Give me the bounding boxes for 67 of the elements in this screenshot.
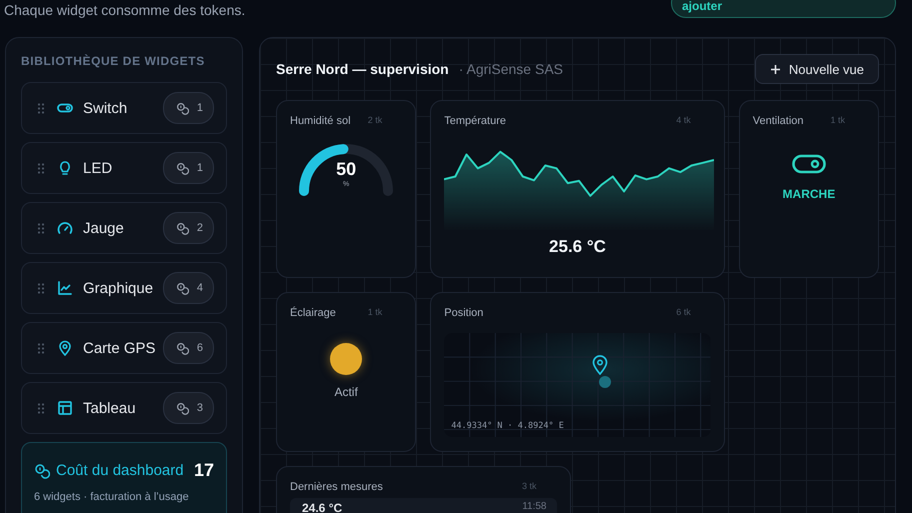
- drag-handle-icon[interactable]: [37, 162, 45, 174]
- token-cost: 1 tk: [368, 307, 382, 319]
- token-badge: 6: [162, 332, 214, 364]
- widget-title: Dernières mesures: [290, 481, 383, 493]
- cost-note: 6 widgets · facturation à l’usage: [34, 491, 190, 503]
- measurement-time: 11:58: [522, 501, 546, 513]
- lightbulb-icon: [57, 160, 73, 176]
- plus-icon: [770, 64, 781, 74]
- drag-handle-icon[interactable]: [37, 342, 45, 354]
- library-title: BIBLIOTHÈQUE DE WIDGETS: [21, 54, 206, 68]
- widget-library-item[interactable]: Switch 1: [21, 82, 227, 134]
- organization-name: · AgriSense SAS: [458, 61, 564, 77]
- cost-total: 17: [194, 460, 214, 481]
- token-cost: 2 tk: [368, 115, 382, 127]
- coins-icon: [176, 162, 189, 174]
- widget-library-item[interactable]: Carte GPS 6: [21, 322, 227, 374]
- token-cost: 1 tk: [830, 115, 845, 127]
- widget-library-item[interactable]: Tableau 3: [21, 382, 227, 434]
- widget-title: Température: [444, 115, 506, 127]
- temperature-value: 25.6 °C: [548, 237, 607, 257]
- gauge-icon: [57, 220, 73, 236]
- drag-handle-icon[interactable]: [37, 282, 45, 294]
- location-pin-icon: [592, 355, 608, 375]
- widget-title: Ventilation: [752, 115, 804, 127]
- dashboard-title: Serre Nord — supervision: [276, 61, 449, 77]
- token-badge: 3: [162, 392, 214, 424]
- coins-icon: [176, 402, 189, 414]
- location-pin-icon: [57, 340, 73, 356]
- widget-name: Switch: [83, 100, 128, 116]
- coins-icon: [176, 222, 189, 234]
- token-badge: 2: [162, 212, 214, 244]
- page-subtitle: Chaque widget consomme des tokens.: [4, 2, 246, 18]
- widget-title: Humidité sol: [290, 115, 351, 127]
- drag-handle-icon[interactable]: [37, 102, 45, 114]
- switch-state: MARCHE: [782, 187, 836, 201]
- widget-library-item[interactable]: LED 1: [21, 142, 227, 194]
- token-cost: 4 tk: [676, 115, 691, 127]
- gauge-value: 50: [336, 159, 356, 180]
- token-cost: 6 tk: [676, 307, 691, 319]
- token-badge: 4: [162, 272, 214, 304]
- table-icon: [57, 400, 73, 416]
- drag-handle-icon[interactable]: [37, 402, 45, 414]
- line-chart-icon: [57, 280, 73, 296]
- token-badge: 1: [162, 92, 214, 124]
- widget-library-item[interactable]: Jauge 2: [21, 202, 227, 254]
- widget-library-item[interactable]: Graphique 4: [21, 262, 227, 314]
- widget-name: LED: [83, 160, 114, 176]
- drag-handle-icon[interactable]: [37, 222, 45, 234]
- widget-name: Carte GPS: [83, 340, 157, 356]
- token-cost: 3 tk: [522, 481, 536, 493]
- coins-icon: [176, 282, 189, 294]
- token-badge: 1: [162, 152, 214, 184]
- widget-title: Éclairage: [290, 307, 336, 319]
- coordinates: 44.9334° N · 4.8924° E: [451, 421, 564, 431]
- widget-name: Jauge: [83, 220, 125, 236]
- coins-icon: [176, 342, 189, 354]
- new-view-button[interactable]: Nouvelle vue: [754, 54, 879, 84]
- toggle-switch[interactable]: [792, 153, 826, 175]
- widget-title: Position: [444, 307, 484, 319]
- widget-name: Graphique: [83, 280, 154, 296]
- coins-icon: [34, 462, 50, 478]
- measurement-value: 24.6 °C: [302, 501, 342, 513]
- widget-name: Tableau: [83, 400, 137, 416]
- led-state: Actif: [334, 385, 358, 399]
- coins-icon: [176, 102, 189, 114]
- add-button[interactable]: ajouter: [671, 0, 896, 18]
- cost-title: Coût du dashboard: [56, 462, 185, 479]
